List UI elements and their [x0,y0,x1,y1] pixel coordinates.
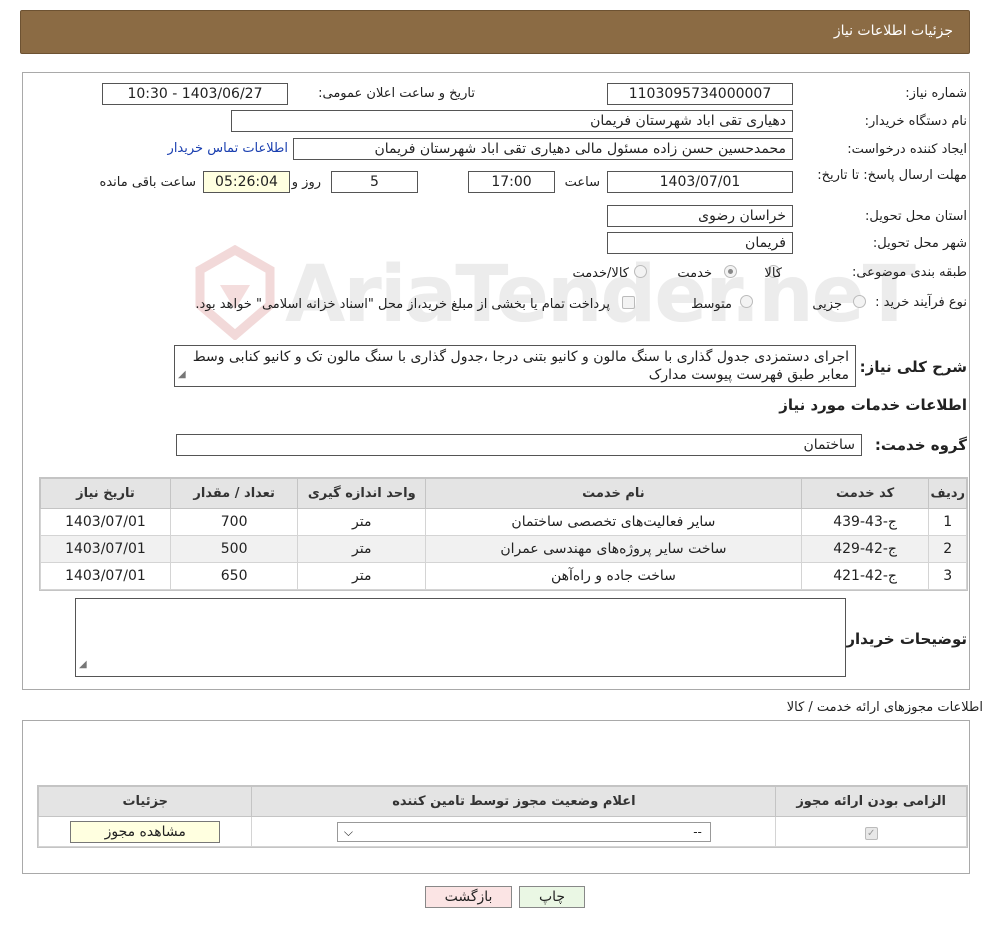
process-option-medium: متوسط [691,297,732,312]
cell-unit: متر [297,535,427,563]
category-option-goods-service: کالا/خدمت [572,266,629,281]
col-unit: واحد اندازه گیری [297,478,427,509]
col-permit-details: جزئیات [37,786,253,817]
cell-name: ساخت جاده و راه‌آهن [425,562,802,590]
col-row: ردیف [928,478,967,509]
category-label: طبقه بندی موضوعی: [851,265,967,280]
province-field: خراسان رضوی [607,205,793,227]
cell-date: 1403/07/01 [40,508,171,536]
permits-header-row: الزامی بودن ارائه مجوز اعلام وضعیت مجوز … [37,786,967,817]
city-field: فریمان [607,232,793,254]
buyer-org-field: دهیاری تقی اباد شهرستان فریمان [231,110,793,132]
cell-code: ج-42-421 [800,562,930,590]
cell-unit: متر [297,562,427,590]
services-heading: اطلاعات خدمات مورد نیاز [779,396,967,414]
cell-row: 1 [928,508,967,536]
process-radio-minor[interactable] [853,295,866,308]
category-radio-service[interactable] [724,265,737,278]
col-code: کد خدمت [800,478,930,509]
announce-label: تاریخ و ساعت اعلان عمومی: [318,86,475,101]
category-option-goods: کالا [764,266,782,281]
buyer-notes-label: توضیحات خریدار: [840,630,967,648]
need-number-label: شماره نیاز: [905,86,967,101]
permits-heading: اطلاعات مجوزهای ارائه خدمت / کالا [786,700,983,715]
cell-qty: 700 [169,508,299,536]
buyer-contact-link[interactable]: اطلاعات تماس خریدار [168,141,288,156]
deadline-time-label: ساعت [564,175,600,190]
table-row: ✓ -- ⌵ مشاهده مجوز [37,816,967,847]
cell-code: ج-42-429 [800,535,930,563]
cell-name: سایر فعالیت‌های تخصصی ساختمان [425,508,802,536]
cell-code: ج-43-439 [800,508,930,536]
service-group-label: گروه خدمت: [874,436,967,454]
process-option-minor: جزیی [812,297,842,312]
process-label: نوع فرآیند خرید : [875,295,967,310]
permit-status-select-value: -- [693,824,702,839]
service-group-field: ساختمان [176,434,862,456]
buyer-org-label: نام دستگاه خریدار: [864,114,967,129]
cell-permit-status: -- ⌵ [251,816,777,847]
need-number-field: 1103095734000007 [607,83,793,105]
payment-note: پرداخت تمام یا بخشی از مبلغ خرید،از محل … [195,297,610,312]
print-button[interactable]: چاپ [519,886,585,908]
cell-name: ساخت سایر پروژه‌های مهندسی عمران [425,535,802,563]
city-label: شهر محل تحویل: [872,236,967,251]
cell-date: 1403/07/01 [40,562,171,590]
description-text: اجرای دستمزدی جدول گذاری با سنگ مالون و … [192,349,849,383]
chevron-down-icon: ⌵ [343,824,353,839]
cell-qty: 500 [169,535,299,563]
col-date: تاریخ نیاز [40,478,171,509]
permits-table-wrapper: الزامی بودن ارائه مجوز اعلام وضعیت مجوز … [37,785,968,848]
process-radio-medium[interactable] [740,295,753,308]
col-name: نام خدمت [425,478,802,509]
creator-field: محمدحسین حسن زاده مسئول مالی دهیاری تقی … [293,138,793,160]
cell-permit-required: ✓ [775,816,967,847]
description-label: شرح کلی نیاز: [859,358,967,376]
permit-required-checkbox: ✓ [864,826,878,840]
province-label: استان محل تحویل: [865,209,967,224]
category-option-service: خدمت [677,266,712,281]
days-label: روز و [291,175,321,190]
permits-table: الزامی بودن ارائه مجوز اعلام وضعیت مجوز … [37,786,967,847]
cell-qty: 650 [169,562,299,590]
cell-unit: متر [297,508,427,536]
announce-field: 1403/06/27 - 10:30 [102,83,288,105]
col-permit-required: الزامی بودن ارائه مجوز [775,786,967,817]
col-qty: تعداد / مقدار [169,478,299,509]
treasury-payment-checkbox[interactable] [622,296,635,309]
description-textarea: اجرای دستمزدی جدول گذاری با سنگ مالون و … [174,345,856,387]
resize-grip-icon: ◢ [79,659,87,670]
view-permit-button[interactable]: مشاهده مجوز [70,820,221,843]
cell-row: 2 [928,535,967,563]
table-row: 3 ج-42-421 ساخت جاده و راه‌آهن متر 650 1… [40,562,967,590]
deadline-time-field: 17:00 [468,171,555,193]
deadline-label: مهلت ارسال پاسخ: تا تاریخ: [817,168,967,183]
col-permit-status: اعلام وضعیت مجوز توسط تامین کننده [251,786,777,817]
days-field: 5 [331,171,418,193]
services-table: ردیف کد خدمت نام خدمت واحد اندازه گیری ت… [40,478,967,590]
deadline-date-field: 1403/07/01 [607,171,793,193]
remaining-label: ساعت باقی مانده [99,175,196,190]
back-button[interactable]: بازگشت [425,886,512,908]
services-table-header-row: ردیف کد خدمت نام خدمت واحد اندازه گیری ت… [40,478,967,509]
cell-row: 3 [928,562,967,590]
page-title: جزئیات اطلاعات نیاز [833,23,953,39]
services-table-wrapper: ردیف کد خدمت نام خدمت واحد اندازه گیری ت… [39,477,968,591]
permit-status-select[interactable]: -- ⌵ [336,821,711,842]
cell-date: 1403/07/01 [40,535,171,563]
buyer-notes-textarea[interactable]: ◢ [75,598,846,677]
table-row: 1 ج-43-439 سایر فعالیت‌های تخصصی ساختمان… [40,508,967,536]
category-radio-goods-service[interactable] [634,265,647,278]
resize-grip-icon: ◢ [178,369,186,380]
cell-permit-details: مشاهده مجوز [37,816,253,847]
creator-label: ایجاد کننده درخواست: [847,142,967,157]
remaining-time-field: 05:26:04 [203,171,290,193]
table-row: 2 ج-42-429 ساخت سایر پروژه‌های مهندسی عم… [40,535,967,563]
page-header: جزئیات اطلاعات نیاز [20,10,970,54]
